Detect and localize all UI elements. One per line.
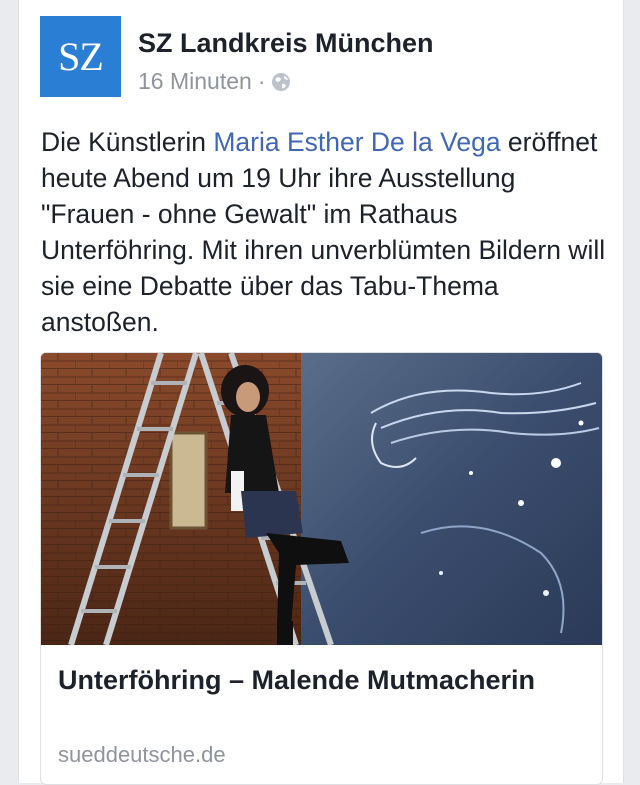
- link-domain: sueddeutsche.de: [58, 742, 226, 767]
- link-preview-card[interactable]: Unterföhring – Malende Mutmacherin suedd…: [40, 352, 603, 785]
- page-avatar[interactable]: SZ: [40, 16, 121, 97]
- artist-mention-link[interactable]: Maria Esther De la Vega: [213, 127, 500, 157]
- link-title[interactable]: Unterföhring – Malende Mutmacherin: [58, 661, 578, 699]
- page-name[interactable]: SZ Landkreis München: [138, 28, 434, 59]
- post-meta: 16 Minuten ·: [138, 68, 291, 95]
- globe-icon[interactable]: [271, 72, 291, 92]
- sz-logo: SZ: [58, 34, 104, 79]
- post-card: SZ SZ Landkreis München 16 Minuten · Die…: [18, 0, 624, 785]
- post-text-body: eröffnet heute Abend um 19 Uhr ihre Auss…: [41, 127, 606, 337]
- post-text: Die Künstlerin Maria Esther De la Vega e…: [41, 124, 611, 340]
- post-timestamp[interactable]: 16 Minuten: [138, 68, 252, 95]
- post-text-intro: Die Künstlerin: [41, 127, 214, 157]
- meta-separator: ·: [257, 68, 266, 94]
- link-preview-image[interactable]: [41, 353, 602, 645]
